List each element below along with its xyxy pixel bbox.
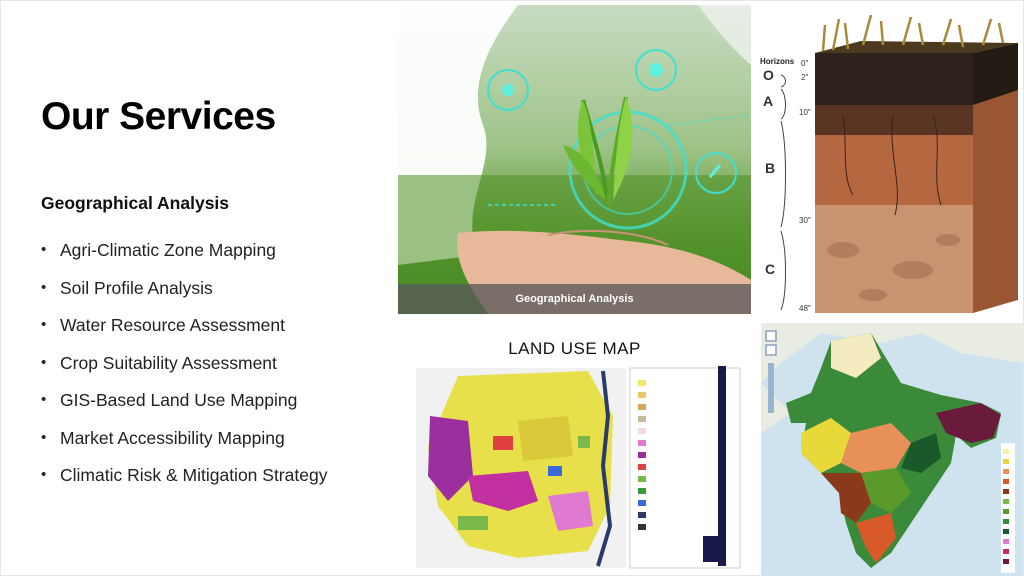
horizon-label: A	[763, 93, 774, 109]
bullet-icon: •	[41, 466, 47, 483]
service-label: Agri-Climatic Zone Mapping	[60, 240, 276, 260]
service-label: GIS-Based Land Use Mapping	[60, 390, 298, 410]
bullet-icon: •	[41, 391, 47, 408]
bullet-icon: •	[41, 353, 47, 371]
list-item: • Market Accessibility Mapping	[41, 427, 327, 465]
depth-label: 10"	[799, 108, 811, 117]
list-item: • GIS-Based Land Use Mapping	[41, 389, 327, 427]
services-list: • Agri-Climatic Zone Mapping • Soil Profil…	[41, 239, 327, 502]
india-map-illustration	[761, 323, 1023, 576]
bullet-icon: •	[41, 316, 47, 333]
slide: Our Services Geographical Analysis • Agri…	[0, 0, 1024, 576]
depth-label: 2"	[801, 73, 809, 82]
list-item: • Soil Profile Analysis	[41, 277, 327, 315]
bullet-icon: •	[41, 428, 47, 446]
service-label: Climatic Risk & Mitigation Strategy	[60, 465, 328, 485]
list-item: • Agri-Climatic Zone Mapping	[41, 239, 327, 277]
land-use-title: LAND USE MAP	[508, 339, 641, 358]
horizon-label: O	[763, 67, 774, 83]
service-label: Water Resource Assessment	[60, 315, 285, 335]
section-subtitle: Geographical Analysis	[41, 193, 230, 213]
depth-label: 30"	[799, 216, 811, 225]
plant-in-hand-illustration	[398, 5, 751, 314]
bullet-icon: •	[41, 241, 47, 258]
image-caption: Geographical Analysis	[398, 284, 751, 314]
bullet-icon: •	[41, 278, 47, 296]
list-item: • Crop Suitability Assessment	[41, 352, 327, 390]
list-item: • Water Resource Assessment	[41, 314, 327, 352]
service-label: Crop Suitability Assessment	[60, 352, 277, 373]
horizon-label: C	[765, 261, 776, 277]
service-label: Market Accessibility Mapping	[60, 427, 285, 448]
page-title: Our Services	[41, 95, 276, 138]
india-zone-map-image	[761, 323, 1023, 576]
horizon-label: B	[765, 160, 776, 176]
list-item: • Climatic Risk & Mitigation Strategy	[41, 464, 327, 502]
service-label: Soil Profile Analysis	[60, 277, 213, 298]
agri-tech-image: Geographical Analysis	[398, 5, 751, 314]
land-use-map-image: LAND USE MAP	[398, 326, 751, 574]
horizons-heading: Horizons	[760, 57, 795, 66]
soil-profile-image: Horizons O A B C 0" 2" 10" 30" 48"	[753, 5, 1021, 314]
city-map-illustration	[416, 366, 741, 569]
soil-layers-illustration	[780, 14, 1018, 313]
depth-label: 48"	[799, 304, 811, 313]
depth-label: 0"	[801, 59, 809, 68]
